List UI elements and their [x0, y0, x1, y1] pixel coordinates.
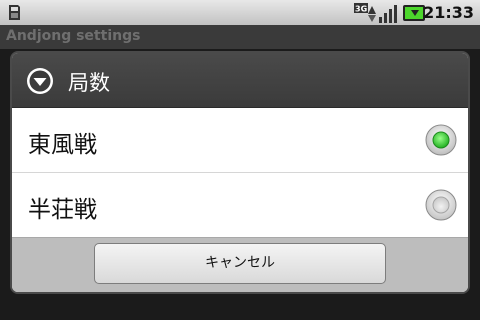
dropdown-arrow-icon — [27, 68, 53, 94]
dialog-title: 局数 — [68, 71, 110, 95]
sd-card-icon — [9, 5, 20, 20]
signal-icon — [379, 4, 397, 23]
svg-text:3G: 3G — [355, 4, 367, 13]
option-tonpuusen[interactable]: 東風戦 — [12, 108, 468, 172]
option-hanchansen[interactable]: 半荘戦 — [12, 173, 468, 237]
radio-button-selected[interactable] — [425, 124, 457, 156]
cancel-button[interactable]: キャンセル — [94, 243, 386, 284]
app-title-bar: Andjong settings — [0, 25, 480, 49]
option-label: 東風戦 — [28, 132, 97, 158]
status-bar: 3G 21:33 — [0, 0, 480, 25]
app-title: Andjong settings — [6, 28, 141, 44]
option-label: 半荘戦 — [28, 197, 97, 223]
radio-button-unselected[interactable] — [425, 189, 457, 221]
list-preference-dialog: 局数 東風戦 半荘戦 キャンセル — [12, 53, 468, 292]
dialog-header: 局数 — [12, 53, 468, 108]
clock: 21:33 — [423, 3, 474, 22]
3g-icon: 3G — [354, 2, 376, 22]
dialog-footer: キャンセル — [12, 237, 468, 292]
